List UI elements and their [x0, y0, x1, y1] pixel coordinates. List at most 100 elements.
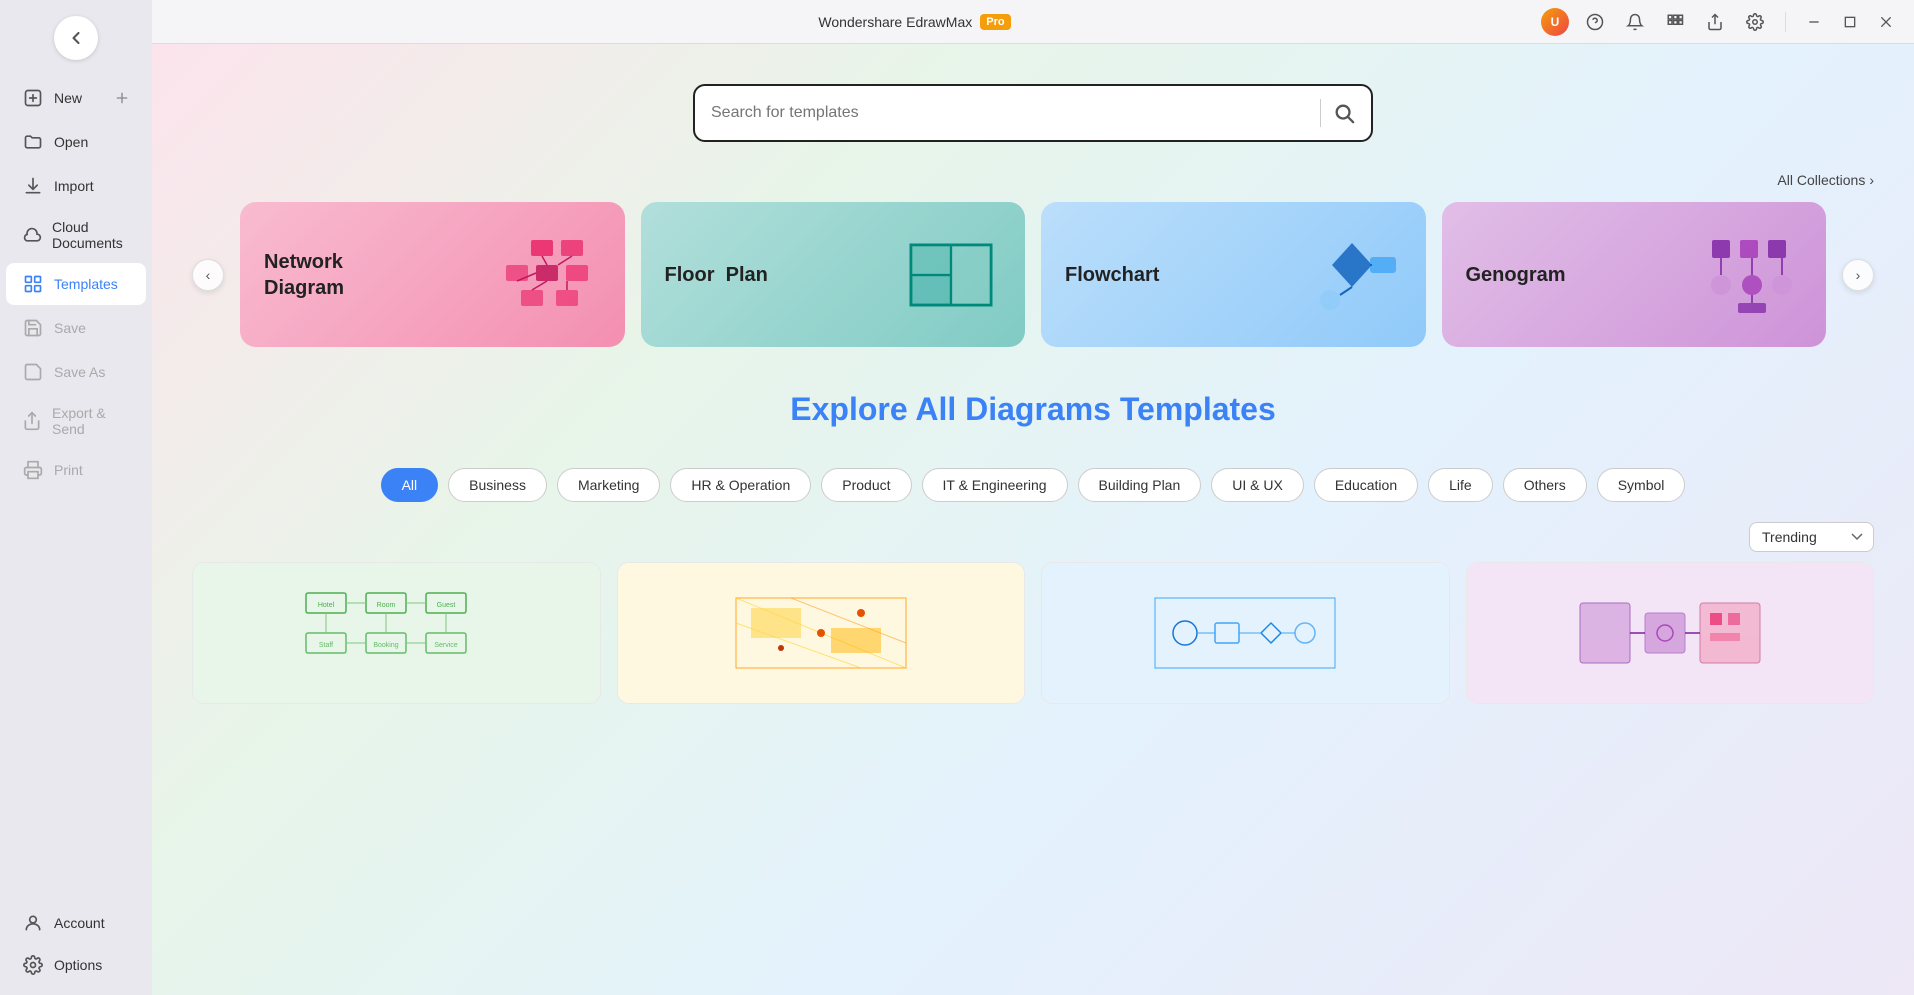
all-collections-link[interactable]: All Collections ›: [1777, 172, 1874, 188]
titlebar: Wondershare EdrawMax Pro U: [152, 0, 1914, 44]
minimize-button[interactable]: [1802, 10, 1826, 34]
sidebar-item-account[interactable]: Account: [6, 902, 146, 942]
sidebar-item-export[interactable]: Export & Send: [6, 395, 146, 447]
cloud-icon: [22, 224, 42, 246]
sort-select[interactable]: Trending Newest Most Popular: [1749, 522, 1874, 552]
saveas-icon: [22, 361, 44, 383]
sidebar-item-new[interactable]: New: [6, 77, 146, 119]
help-icon[interactable]: [1581, 8, 1609, 36]
filter-tag-product[interactable]: Product: [821, 468, 911, 502]
filter-tag-building[interactable]: Building Plan: [1078, 468, 1202, 502]
sidebar-import-label: Import: [54, 178, 94, 194]
grid-icon: [22, 273, 44, 295]
card-title-genogram: Genogram: [1466, 262, 1566, 288]
sidebar-item-templates[interactable]: Templates: [6, 263, 146, 305]
sidebar-open-label: Open: [54, 134, 88, 150]
close-button[interactable]: [1874, 10, 1898, 34]
sidebar-item-saveas[interactable]: Save As: [6, 351, 146, 393]
search-button[interactable]: [1333, 102, 1355, 124]
sort-bar: Trending Newest Most Popular: [152, 512, 1914, 562]
carousel-prev-button[interactable]: ‹: [192, 259, 224, 291]
avatar: U: [1541, 8, 1569, 36]
svg-text:Guest: Guest: [437, 602, 456, 609]
folder-open-icon: [22, 131, 44, 153]
filter-tags: All Business Marketing HR & Operation Pr…: [152, 448, 1914, 512]
carousel-card-floorplan[interactable]: Floor Plan: [641, 202, 1026, 347]
print-icon: [22, 459, 44, 481]
sidebar-cloud-label: Cloud Documents: [52, 219, 130, 251]
filter-tag-hr[interactable]: HR & Operation: [670, 468, 811, 502]
pro-badge: Pro: [980, 14, 1010, 30]
sidebar-item-save[interactable]: Save: [6, 307, 146, 349]
share-icon[interactable]: [1701, 8, 1729, 36]
filter-tag-business[interactable]: Business: [448, 468, 547, 502]
search-box: [693, 84, 1373, 142]
collections-arrow: ›: [1869, 172, 1874, 188]
search-input[interactable]: [711, 104, 1308, 122]
gear-icon: [22, 954, 44, 976]
explore-highlight: All Diagrams Templates: [915, 391, 1275, 427]
filter-tag-marketing[interactable]: Marketing: [557, 468, 660, 502]
filter-tag-others[interactable]: Others: [1503, 468, 1587, 502]
carousel-card-network[interactable]: NetworkDiagram: [240, 202, 625, 347]
svg-text:Room: Room: [377, 602, 396, 609]
filter-tag-it[interactable]: IT & Engineering: [922, 468, 1068, 502]
template-card-4[interactable]: [1466, 562, 1875, 704]
restore-button[interactable]: [1838, 10, 1862, 34]
carousel-section: ‹ NetworkDiagram: [152, 198, 1914, 351]
app-title: Wondershare EdrawMax: [818, 14, 972, 30]
search-section: [152, 44, 1914, 172]
genogram-icon: [1702, 225, 1802, 325]
template-thumb-2: [618, 563, 1025, 703]
sidebar-options-label: Options: [54, 957, 102, 973]
filter-tag-education[interactable]: Education: [1314, 468, 1418, 502]
filter-tag-all[interactable]: All: [381, 468, 439, 502]
svg-text:Staff: Staff: [319, 642, 333, 649]
collections-header: All Collections ›: [152, 172, 1914, 198]
sidebar-new-label: New: [54, 90, 82, 106]
sidebar-print-label: Print: [54, 462, 83, 478]
sidebar-export-label: Export & Send: [52, 405, 130, 437]
sidebar-item-import[interactable]: Import: [6, 165, 146, 207]
template-grid: Hotel Room Guest Staff Booking Service: [152, 562, 1914, 704]
template-card-er-hotel[interactable]: Hotel Room Guest Staff Booking Service: [192, 562, 601, 704]
collections-label: All Collections: [1777, 172, 1865, 188]
titlebar-controls: U: [1541, 8, 1898, 36]
sidebar: New Open Import Cloud Documents: [0, 0, 152, 995]
carousel-card-genogram[interactable]: Genogram: [1442, 202, 1827, 347]
template-thumb-3: [1042, 563, 1449, 703]
plus-square-icon: [22, 87, 44, 109]
sidebar-item-open[interactable]: Open: [6, 121, 146, 163]
filter-tag-symbol[interactable]: Symbol: [1597, 468, 1686, 502]
bell-icon[interactable]: [1621, 8, 1649, 36]
back-button[interactable]: [54, 16, 98, 60]
save-icon: [22, 317, 44, 339]
main-area: Wondershare EdrawMax Pro U: [152, 0, 1914, 995]
apps-icon[interactable]: [1661, 8, 1689, 36]
explore-title: Explore All Diagrams Templates: [192, 391, 1874, 428]
filter-tag-life[interactable]: Life: [1428, 468, 1493, 502]
flowchart-icon: [1302, 225, 1402, 325]
search-divider: [1320, 99, 1321, 127]
template-thumb-4: [1467, 563, 1874, 703]
settings-icon[interactable]: [1741, 8, 1769, 36]
filter-tag-ui[interactable]: UI & UX: [1211, 468, 1304, 502]
carousel-card-flowchart[interactable]: Flowchart: [1041, 202, 1426, 347]
sidebar-save-label: Save: [54, 320, 86, 336]
template-thumb-1: Hotel Room Guest Staff Booking Service: [193, 563, 600, 703]
svg-text:Hotel: Hotel: [318, 602, 335, 609]
explore-section: Explore All Diagrams Templates: [152, 351, 1914, 448]
sidebar-item-cloud[interactable]: Cloud Documents: [6, 209, 146, 261]
carousel-next-icon: ›: [1856, 267, 1861, 283]
download-icon: [22, 175, 44, 197]
network-diagram-icon: [501, 225, 601, 325]
plus-icon: [114, 90, 130, 106]
carousel-items: NetworkDiagram: [224, 198, 1842, 351]
sidebar-item-print[interactable]: Print: [6, 449, 146, 491]
template-card-3[interactable]: [1041, 562, 1450, 704]
carousel-prev-icon: ‹: [206, 267, 211, 283]
svg-text:Service: Service: [435, 642, 458, 649]
carousel-next-button[interactable]: ›: [1842, 259, 1874, 291]
template-card-2[interactable]: [617, 562, 1026, 704]
sidebar-item-options[interactable]: Options: [6, 944, 146, 986]
